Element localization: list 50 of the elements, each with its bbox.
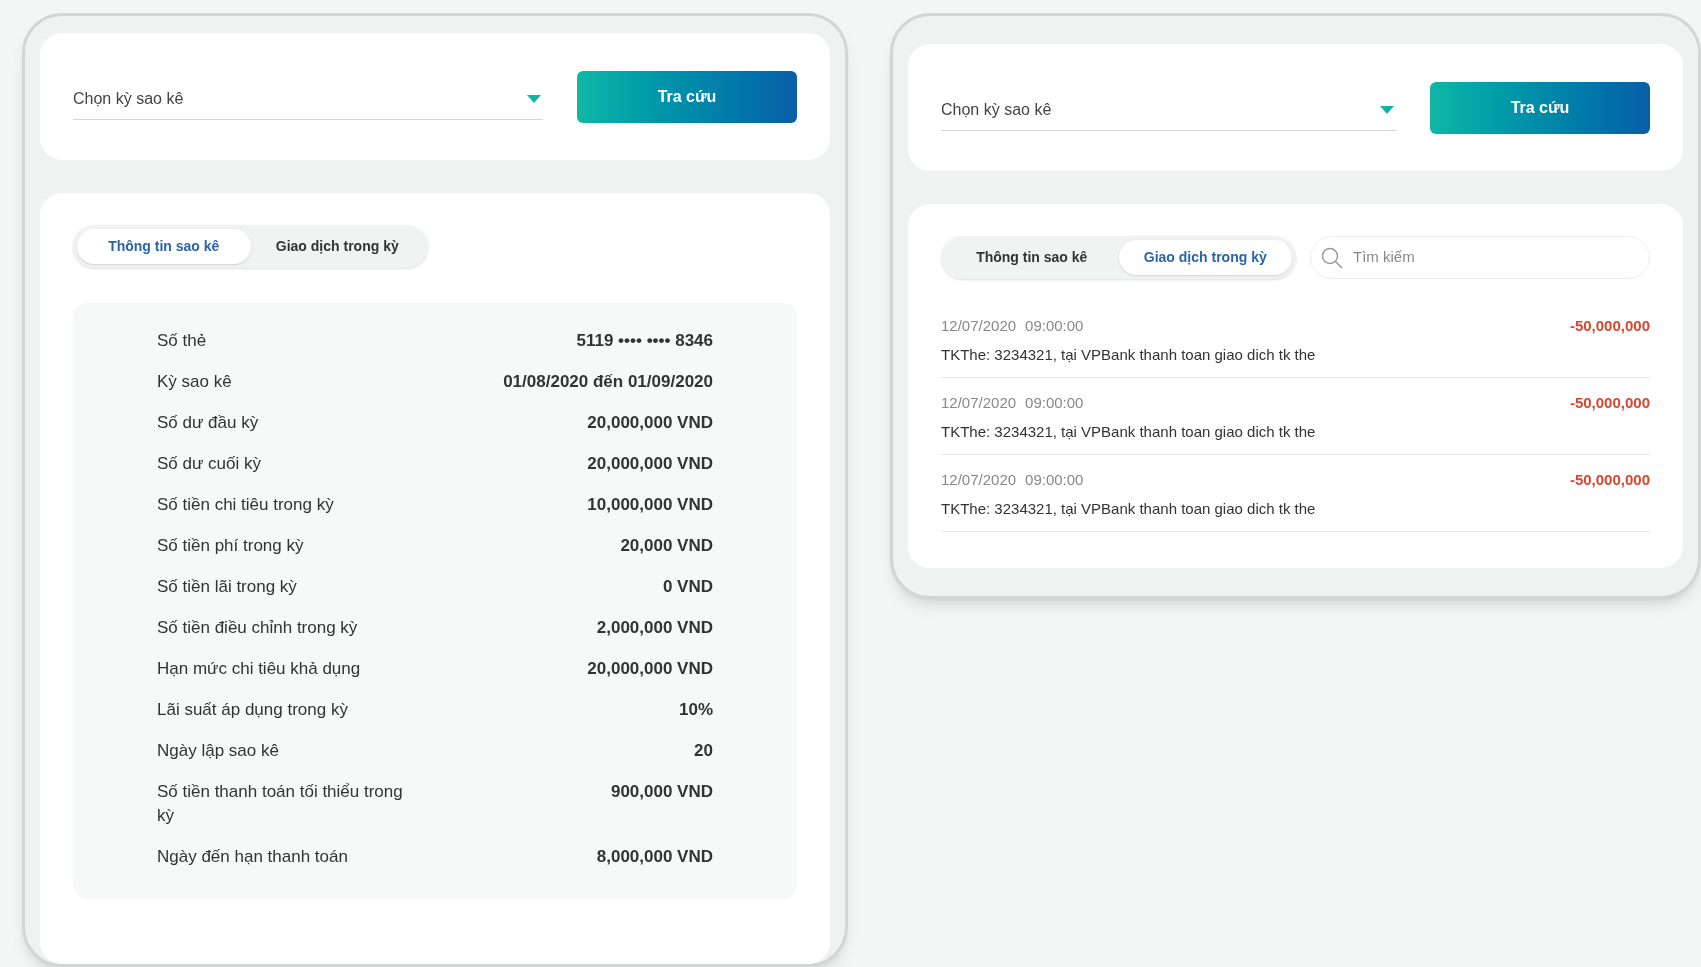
detail-label: Số tiền điều chỉnh trong kỳ [157, 617, 359, 639]
detail-label: Số tiền thanh toán tối thiểu trong kỳ [157, 781, 404, 827]
caret-down-icon [1380, 106, 1394, 114]
search-button[interactable]: Tra cứu [1430, 81, 1650, 134]
detail-value: 20 [694, 740, 713, 762]
transaction-time: 09:00:00 [1025, 393, 1084, 413]
tab[interactable]: Thông tin sao kê [945, 240, 1119, 275]
tab[interactable]: Thông tin sao kê [77, 229, 251, 264]
search-icon [1321, 246, 1343, 269]
caret-down-icon [527, 95, 541, 103]
period-select[interactable]: Chọn kỳ sao kê [73, 87, 543, 120]
detail-value: 20,000,000 VND [587, 453, 713, 475]
detail-value: 20,000,000 VND [587, 412, 713, 434]
detail-value: 900,000 VND [610, 781, 713, 803]
search-input[interactable]: Tìm kiếm [1353, 246, 1639, 269]
detail-label: Số tiền chi tiêu trong kỳ [157, 494, 335, 516]
transaction-time: 09:00:00 [1025, 316, 1084, 336]
search-button[interactable]: Tra cứu [577, 70, 797, 123]
detail-label: Ngày lập sao kê [157, 740, 280, 762]
detail-value: 01/08/2020 đến 01/09/2020 [503, 371, 713, 393]
transaction-date: 12/07/2020 [941, 393, 1017, 413]
detail-value: 8,000,000 VND [596, 846, 713, 868]
transaction-time: 09:00:00 [1025, 470, 1084, 490]
detail-value: 2,000,000 VND [596, 617, 713, 639]
detail-label: Số dư đầu kỳ [157, 412, 260, 434]
tab[interactable]: Giao dịch trong kỳ [1118, 240, 1292, 275]
transaction-description: TKThe: 3234321, tại VPBank thanh toan giao dich tk the [941, 498, 1316, 519]
detail-value: 10% [678, 699, 713, 721]
detail-label: Ngày đến hạn thanh toán [157, 846, 349, 868]
tab[interactable]: Giao dịch trong kỳ [250, 229, 424, 264]
detail-value: 10,000,000 VND [587, 494, 713, 516]
transaction-amount: -50,000,000 [1569, 393, 1650, 413]
detail-label: Số tiền phí trong kỳ [157, 535, 305, 557]
detail-label: Số thẻ [157, 330, 208, 352]
detail-label: Hạn mức chi tiêu khả dụng [157, 658, 362, 680]
detail-value: 0 VND [662, 576, 713, 598]
transaction-date: 12/07/2020 [941, 316, 1017, 336]
detail-label: Kỳ sao kê [157, 371, 233, 393]
detail-value: 20,000 VND [620, 535, 713, 557]
period-select[interactable]: Chọn kỳ sao kê [941, 98, 1396, 131]
detail-value: 20,000,000 VND [587, 658, 713, 680]
transaction-description: TKThe: 3234321, tại VPBank thanh toan giao dich tk the [941, 344, 1316, 365]
transaction-date: 12/07/2020 [941, 470, 1017, 490]
detail-value: 5119 •••• •••• 8346 [576, 330, 713, 352]
detail-label: Lãi suất áp dụng trong kỳ [157, 699, 349, 721]
transaction-amount: -50,000,000 [1569, 316, 1650, 336]
detail-label: Số dư cuối kỳ [157, 453, 262, 475]
detail-label: Số tiền lãi trong kỳ [157, 576, 298, 598]
transaction-description: TKThe: 3234321, tại VPBank thanh toan giao dich tk the [941, 421, 1316, 442]
transaction-amount: -50,000,000 [1569, 470, 1650, 490]
